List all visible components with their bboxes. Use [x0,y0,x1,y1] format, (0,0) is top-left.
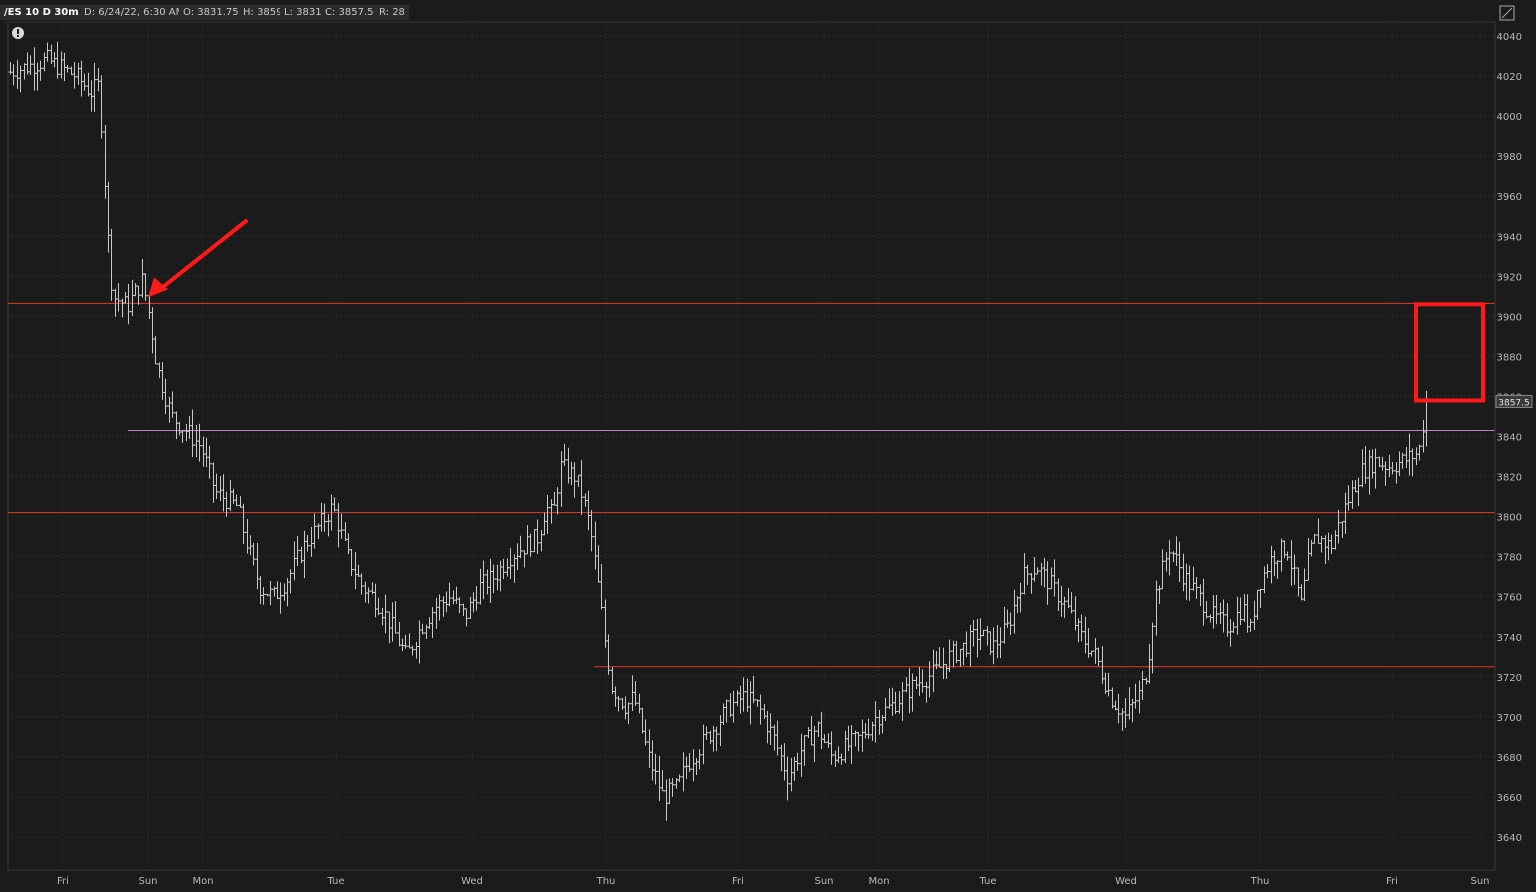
price-tick-label: 3880 [1497,352,1522,363]
price-tick-label: 3780 [1497,553,1522,564]
time-tick-label: Tue [978,876,996,887]
price-tick-label: 3900 [1497,312,1522,323]
time-tick-label: Thu [1250,876,1270,887]
price-tick-label: 3800 [1497,513,1522,524]
price-tick-label: 3760 [1497,593,1522,604]
expand-icon[interactable] [1499,5,1515,21]
price-tick-label: 3960 [1497,192,1522,203]
price-tick-label: 4000 [1497,112,1522,123]
alert-icon[interactable] [12,27,24,39]
time-tick-label: Wed [461,876,483,887]
time-axis[interactable]: Fri Sun Mon Tue Wed Thu Fri Sun Mon Tue Wed Thu Fri S… [8,869,1495,887]
grid [7,21,1496,871]
time-tick-label: Fri [732,876,744,887]
price-tick-label: 3660 [1497,793,1522,804]
plot-area [7,21,1496,871]
time-tick-label: Sun [1470,876,1489,887]
price-axis[interactable]: 4040402040003980396039403920390038803860… [1494,22,1533,870]
price-tick-label: 3820 [1497,473,1522,484]
price-tick-label: 4040 [1497,32,1522,43]
time-tick-label: Sun [138,876,157,887]
price-tick-label: 3640 [1497,833,1522,844]
price-tick-label: 4020 [1497,72,1522,83]
price-tick-label: 3720 [1497,673,1522,684]
price-tick-label: 3980 [1497,152,1522,163]
time-tick-label: Fri [1386,876,1398,887]
time-tick-label: Mon [192,876,213,887]
price-tick-label: 3920 [1497,272,1522,283]
price-tick-label: 3740 [1497,633,1522,644]
time-tick-label: Tue [326,876,344,887]
time-tick-label: Wed [1115,876,1137,887]
price-tick-label: 3680 [1497,753,1522,764]
time-tick-label: Sun [814,876,833,887]
time-tick-label: Thu [596,876,616,887]
price-tick-label: 3840 [1497,433,1522,444]
time-tick-label: Fri [57,876,69,887]
time-tick-label: Mon [868,876,889,887]
price-chart[interactable]: 4040402040003980396039403920390038803860… [0,0,1536,892]
last-price-label: 3857.5 [1498,398,1530,408]
price-tick-label: 3940 [1497,232,1522,243]
price-tick-label: 3700 [1497,713,1522,724]
